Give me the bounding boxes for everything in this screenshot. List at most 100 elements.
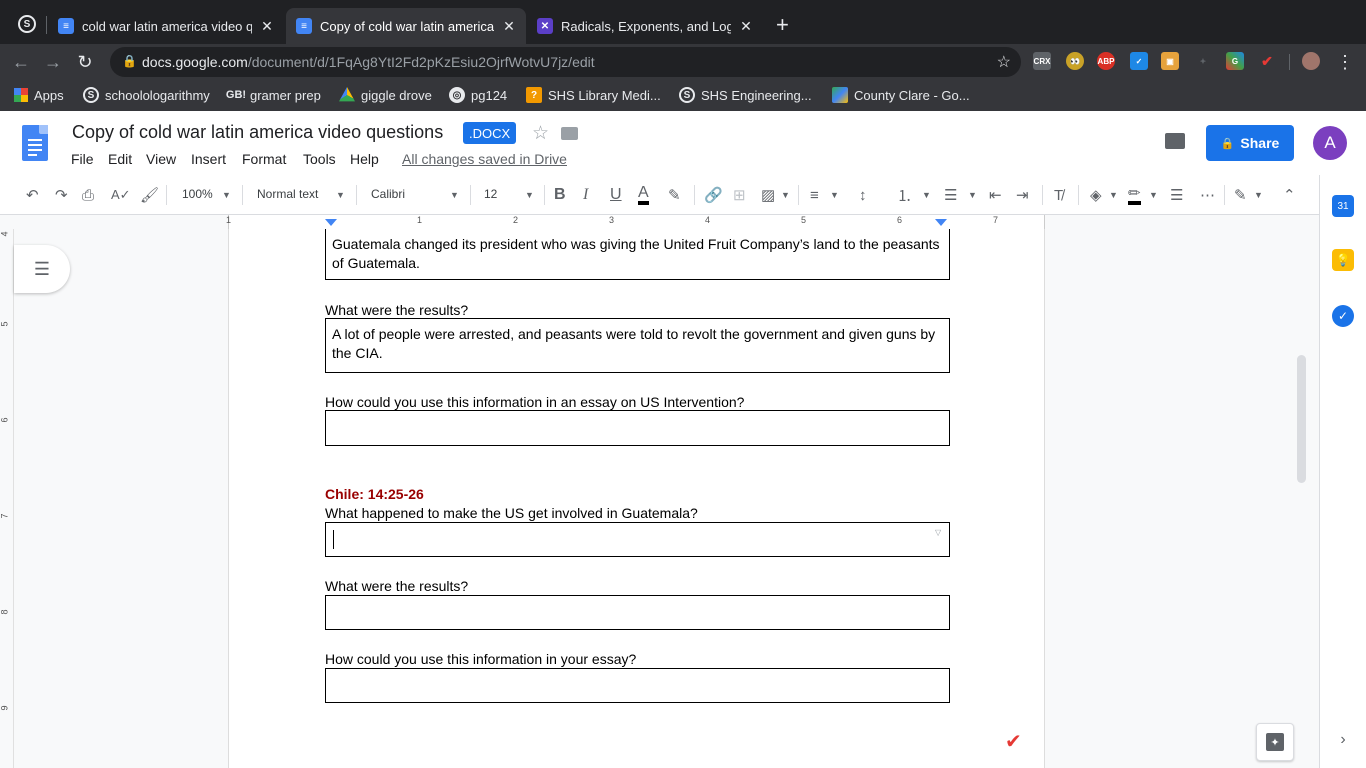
line-spacing-icon[interactable]: ↕ <box>859 185 867 205</box>
cell-menu-chevron-icon[interactable]: ▽ <box>935 528 941 537</box>
reload-icon[interactable]: ↻ <box>74 51 96 73</box>
menu-edit[interactable]: Edit <box>108 151 132 167</box>
redo-icon[interactable]: ↷ <box>55 185 68 205</box>
vertical-scrollbar[interactable] <box>1297 355 1306 483</box>
red-check-icon[interactable]: ✔ <box>1005 729 1022 754</box>
bookmark-shs-library[interactable]: ? SHS Library Medi... <box>526 85 661 105</box>
menu-tools[interactable]: Tools <box>303 151 336 167</box>
chevron-down-icon[interactable]: ▼ <box>781 185 790 205</box>
explore-button[interactable]: ✦ <box>1256 723 1294 761</box>
color-extension-icon[interactable]: G <box>1226 52 1244 70</box>
increase-indent-icon[interactable]: ⇥ <box>1016 185 1029 205</box>
chevron-down-icon[interactable]: ▼ <box>222 185 231 205</box>
chevron-down-icon[interactable]: ▼ <box>1109 185 1118 205</box>
document-page[interactable]: Guatemala changed its president who was … <box>228 229 1045 768</box>
chevron-right-icon[interactable]: › <box>1332 729 1354 751</box>
bold-button[interactable]: B <box>554 185 566 205</box>
right-indent-marker[interactable] <box>935 219 947 226</box>
comments-icon[interactable] <box>1165 133 1185 149</box>
fill-color-icon[interactable]: ◈ <box>1090 185 1102 205</box>
forward-arrow-icon[interactable]: → <box>42 51 64 73</box>
puzzle-extension-icon[interactable]: ✦ <box>1194 52 1212 70</box>
chevron-down-icon[interactable]: ▼ <box>968 185 977 205</box>
bookmark-shs-engineering[interactable]: S SHS Engineering... <box>679 85 812 105</box>
tab-radicals[interactable]: ✕ Radicals, Exponents, and Logs ✕ <box>527 8 763 44</box>
bookmark-county-clare[interactable]: County Clare - Go... <box>832 85 970 105</box>
folder-icon[interactable] <box>561 127 578 140</box>
print-icon[interactable]: ⎙ <box>82 185 94 205</box>
left-indent-marker[interactable] <box>325 219 337 226</box>
bulleted-list-icon[interactable]: ☰ <box>944 185 957 205</box>
back-arrow-icon[interactable]: ← <box>10 51 32 73</box>
close-tab-icon[interactable]: ✕ <box>502 18 516 35</box>
close-tab-icon[interactable]: ✕ <box>260 18 274 35</box>
menu-view[interactable]: View <box>146 151 176 167</box>
clear-formatting-icon[interactable]: T̸ <box>1054 185 1063 205</box>
menu-help[interactable]: Help <box>350 151 379 167</box>
answer-box[interactable]: Guatemala changed its president who was … <box>325 229 950 280</box>
bookmark-star-icon[interactable]: ☆ <box>997 52 1011 72</box>
decrease-indent-icon[interactable]: ⇤ <box>989 185 1002 205</box>
menu-file[interactable]: File <box>71 151 94 167</box>
underline-button[interactable]: U <box>610 185 622 205</box>
keep-icon[interactable]: 💡 <box>1332 249 1354 271</box>
paragraph-style-select[interactable]: Normal text <box>257 187 318 201</box>
star-icon[interactable]: ☆ <box>532 122 549 145</box>
google-docs-logo-icon[interactable] <box>22 125 48 161</box>
schoology-extension-icon[interactable]: S <box>18 15 36 33</box>
answer-box-focused[interactable] <box>325 522 950 557</box>
tasks-icon[interactable]: ✓ <box>1332 305 1354 327</box>
bookmark-pg124[interactable]: ◎ pg124 <box>449 85 507 105</box>
chevron-down-icon[interactable]: ▼ <box>450 185 459 205</box>
profile-avatar[interactable] <box>1302 52 1320 70</box>
tab-cold-war-video[interactable]: ≡ cold war latin america video qu ✕ <box>48 8 284 44</box>
answer-box[interactable] <box>325 595 950 630</box>
chevron-down-icon[interactable]: ▼ <box>525 185 534 205</box>
kebab-menu-icon[interactable]: ⋮ <box>1334 51 1356 73</box>
bookmark-schoolologarithmy[interactable]: S schoolologarithmy <box>83 85 210 105</box>
chevron-down-icon[interactable]: ▼ <box>830 185 839 205</box>
adblock-extension-icon[interactable]: ABP <box>1097 52 1115 70</box>
font-family-select[interactable]: Calibri <box>371 187 405 201</box>
highlight-icon[interactable]: ✎ <box>668 185 681 205</box>
owl-extension-icon[interactable]: 👀 <box>1066 52 1084 70</box>
new-tab-button[interactable]: + <box>776 12 789 38</box>
bookmark-gramer-prep[interactable]: GB! gramer prep <box>226 85 321 105</box>
menu-format[interactable]: Format <box>242 151 286 167</box>
align-icon[interactable]: ≡ <box>810 185 819 205</box>
answer-box[interactable] <box>325 410 950 446</box>
editing-mode-icon[interactable]: ✎ <box>1234 185 1247 205</box>
share-button[interactable]: 🔒 Share <box>1206 125 1294 161</box>
user-avatar[interactable]: A <box>1313 126 1347 160</box>
spellcheck-icon[interactable]: A✓ <box>111 185 131 205</box>
chevron-down-icon[interactable]: ▼ <box>1254 185 1263 205</box>
bookmark-apps[interactable]: Apps <box>14 85 64 105</box>
tab-copy-of-cold-war[interactable]: ≡ Copy of cold war latin america ✕ <box>286 8 526 44</box>
numbered-list-icon[interactable]: ⒈ <box>897 185 912 205</box>
answer-box[interactable]: A lot of people were arrested, and peasa… <box>325 318 950 373</box>
font-size-select[interactable]: 12 <box>484 187 497 201</box>
text-color-button[interactable]: A <box>638 184 649 205</box>
address-bar[interactable]: 🔒 docs.google.com/document/d/1FqAg8YtI2F… <box>110 47 1021 77</box>
crx-extension-icon[interactable]: CRX <box>1033 52 1051 70</box>
close-tab-icon[interactable]: ✕ <box>739 18 753 35</box>
chevron-down-icon[interactable]: ▼ <box>1149 185 1158 205</box>
check-extension-icon[interactable]: ✓ <box>1130 52 1148 70</box>
paint-format-icon[interactable]: 🖌 <box>140 185 159 205</box>
answer-box[interactable] <box>325 668 950 703</box>
bookmark-giggle-drove[interactable]: giggle drove <box>339 85 432 105</box>
collapse-menus-icon[interactable]: ⌃ <box>1283 185 1296 205</box>
chevron-down-icon[interactable]: ▼ <box>336 185 345 205</box>
border-color-icon[interactable]: ✏ <box>1128 185 1141 205</box>
border-width-icon[interactable]: ☰ <box>1170 185 1183 205</box>
insert-image-icon[interactable]: ▨ <box>761 185 775 205</box>
document-title[interactable]: Copy of cold war latin america video que… <box>72 122 443 143</box>
calendar-icon[interactable]: 31 <box>1332 195 1354 217</box>
link-icon[interactable]: 🔗 <box>704 185 723 205</box>
menu-insert[interactable]: Insert <box>191 151 226 167</box>
red-check-extension-icon[interactable]: ✔ <box>1258 52 1276 70</box>
save-status[interactable]: All changes saved in Drive <box>402 151 567 167</box>
border-dash-icon[interactable]: ⋯ <box>1200 185 1215 205</box>
zoom-select[interactable]: 100% <box>182 187 213 201</box>
italic-button[interactable]: I <box>583 185 588 205</box>
